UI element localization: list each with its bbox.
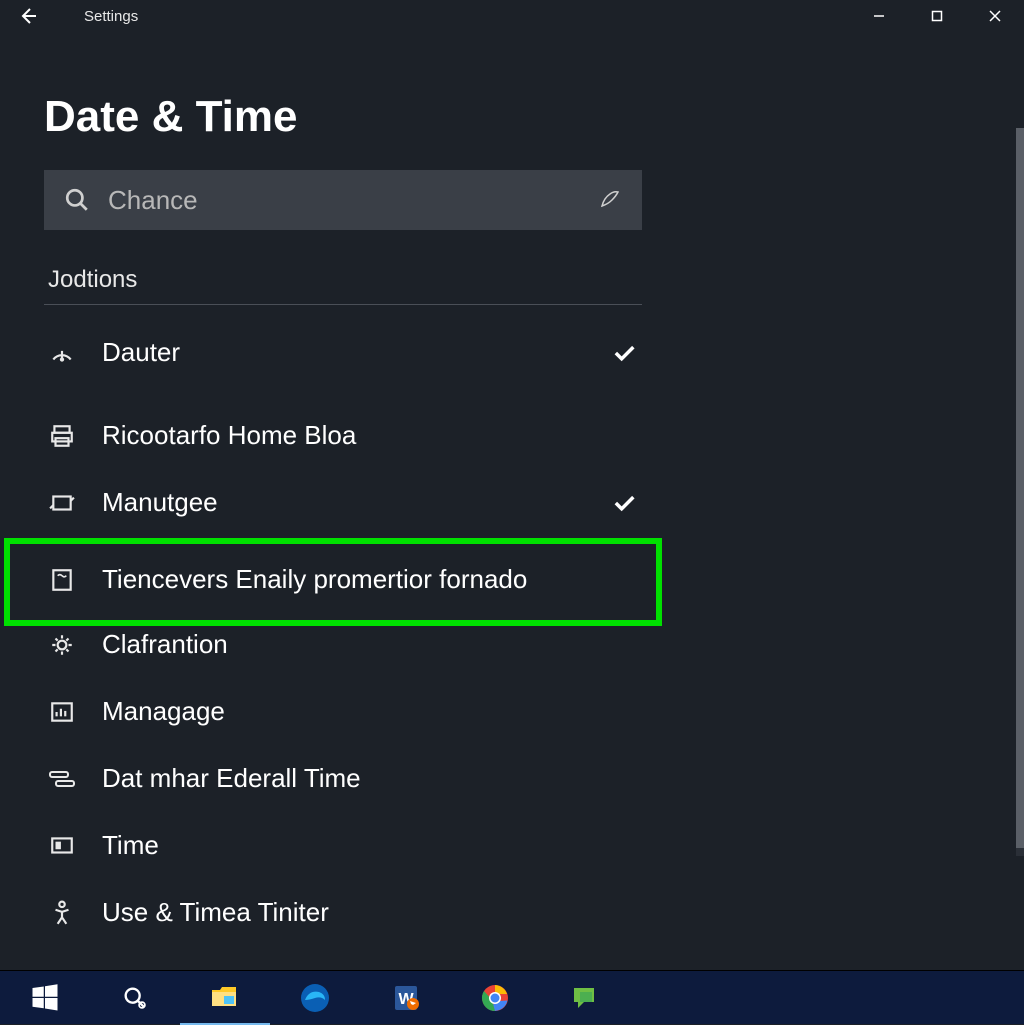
menu-item-label: Dat mhar Ederall Time <box>102 763 638 794</box>
gauge-icon <box>48 339 76 367</box>
taskbar-edge[interactable] <box>270 971 360 1025</box>
menu-item-ricootarfo[interactable]: Ricootarfo Home Bloa <box>44 406 642 465</box>
loop-icon <box>48 489 76 517</box>
menu-item-label: Manutgee <box>102 487 610 518</box>
start-button[interactable] <box>0 971 90 1025</box>
menu-item-clafrantion[interactable]: Clafrantion <box>44 615 642 674</box>
window-controls <box>850 0 1024 32</box>
titlebar: Settings <box>0 0 1024 32</box>
scrollbar[interactable] <box>1016 128 1024 856</box>
section-label: Jodtions <box>44 266 980 294</box>
menu-item-usetimea[interactable]: Use & Timea Tiniter <box>44 883 642 942</box>
back-arrow-icon <box>18 6 38 26</box>
minimize-icon <box>873 10 885 22</box>
taskbar-explorer[interactable] <box>180 971 270 1025</box>
close-button[interactable] <box>966 0 1024 32</box>
maximize-icon <box>931 10 943 22</box>
window-title: Settings <box>84 8 138 25</box>
accessibility-icon <box>48 899 76 927</box>
taskbar-search[interactable] <box>90 971 180 1025</box>
taskbar-word[interactable]: W <box>360 971 450 1025</box>
chart-icon <box>48 698 76 726</box>
menu-item-label: Clafrantion <box>102 629 638 660</box>
monitor-icon <box>48 832 76 860</box>
scrollbar-thumb[interactable] <box>1016 128 1024 848</box>
taskbar-chrome[interactable] <box>450 971 540 1025</box>
chrome-icon <box>480 983 510 1013</box>
file-explorer-icon <box>210 984 240 1010</box>
menu-item-manutgee[interactable]: Manutgee <box>44 473 642 532</box>
slider-icon <box>48 765 76 793</box>
menu-item-time[interactable]: Time <box>44 816 642 875</box>
search-icon <box>121 984 149 1012</box>
search-input[interactable] <box>108 185 598 216</box>
menu-item-managage[interactable]: Managage <box>44 682 642 741</box>
content-area: Date & Time Jodtions Dauter Ricootarfo H… <box>0 32 1024 942</box>
menu-item-label: Ricootarfo Home Bloa <box>102 420 638 451</box>
divider <box>44 304 642 305</box>
menu-item-label: Tiencevers Enaily promertior fornado <box>102 564 638 595</box>
menu-item-label: Time <box>102 830 638 861</box>
menu-list: Dauter Ricootarfo Home Bloa Manutgee Tie… <box>44 323 642 942</box>
back-button[interactable] <box>12 0 44 32</box>
search-box[interactable] <box>44 170 642 230</box>
taskbar: W <box>0 970 1024 1024</box>
document-icon <box>48 566 76 594</box>
menu-item-label: Managage <box>102 696 638 727</box>
taskbar-chat[interactable] <box>540 971 630 1025</box>
page-title: Date & Time <box>44 92 980 142</box>
menu-item-dauter[interactable]: Dauter <box>44 323 642 382</box>
maximize-button[interactable] <box>908 0 966 32</box>
minimize-button[interactable] <box>850 0 908 32</box>
menu-item-tiencevers[interactable]: Tiencevers Enaily promertior fornado <box>44 550 642 609</box>
word-icon: W <box>389 982 421 1014</box>
check-icon <box>610 339 638 367</box>
menu-item-datmhar[interactable]: Dat mhar Ederall Time <box>44 749 642 808</box>
close-icon <box>988 9 1002 23</box>
gear-icon <box>48 631 76 659</box>
chat-icon <box>570 984 600 1012</box>
check-icon <box>610 489 638 517</box>
windows-icon <box>30 983 60 1013</box>
pen-icon <box>598 188 622 212</box>
menu-item-label: Dauter <box>102 337 610 368</box>
search-icon <box>64 187 90 213</box>
edge-icon <box>299 982 331 1014</box>
menu-item-label: Use & Timea Tiniter <box>102 897 638 928</box>
printer-icon <box>48 422 76 450</box>
